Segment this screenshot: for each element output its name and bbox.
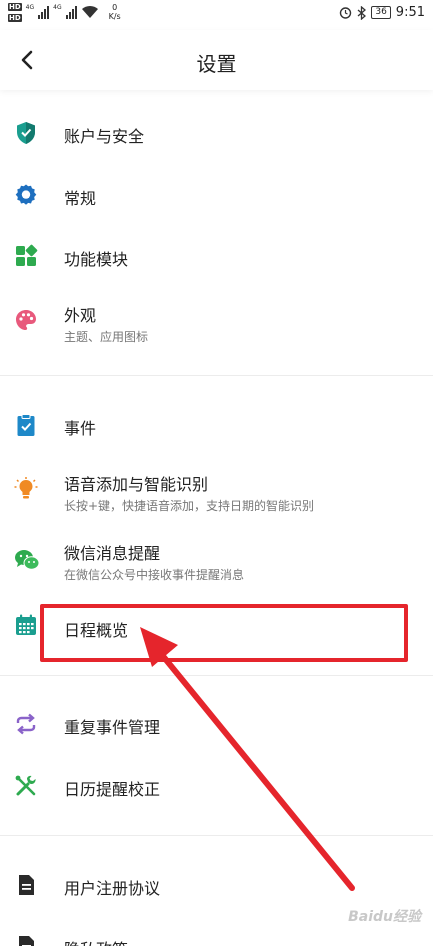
page-title: 设置 [196, 52, 237, 76]
settings-item-general[interactable]: 常规 [0, 165, 433, 225]
clock-time: 9:51 [395, 5, 425, 20]
top-nav-bar: 设置 [0, 30, 433, 90]
settings-item-voice-add[interactable]: 语音添加与智能识别 长按+键，快捷语音添加，支持日期的智能识别 [0, 457, 433, 517]
section-divider [0, 375, 433, 376]
item-label-calendar-reminder-fix: 日历提醒校正 [64, 780, 161, 799]
wechat-icon [15, 550, 40, 570]
shield-icon [17, 122, 35, 144]
item-label-appearance: 外观 [64, 306, 97, 325]
bulb-icon [14, 477, 38, 499]
item-label-repeat-events: 重复事件管理 [64, 718, 161, 737]
alarm-icon [340, 7, 352, 19]
item-label-general: 常规 [64, 189, 97, 208]
modules-icon [16, 244, 38, 266]
document-icon [19, 936, 34, 946]
settings-item-repeat-events[interactable]: 重复事件管理 [0, 694, 433, 754]
clipboard-check-icon [17, 414, 35, 436]
network-type-1: 4G [25, 4, 35, 11]
item-label-modules: 功能模块 [64, 250, 129, 269]
speed-value: 0 [112, 3, 118, 12]
speed-unit: K/s [108, 12, 121, 21]
item-label-user-agreement: 用户注册协议 [64, 879, 161, 898]
item-label-voice-add: 语音添加与智能识别 [64, 475, 209, 494]
status-bar-left: HD HD 4G 4G 0 K/s [8, 3, 121, 22]
item-label-privacy-policy: 隐私政策 [64, 936, 128, 946]
item-sub-voice-add: 长按+键，快捷语音添加，支持日期的智能识别 [64, 499, 315, 513]
bluetooth-icon [357, 5, 367, 20]
battery-indicator: 36 [371, 6, 391, 19]
watermark: Baidu经验 [348, 909, 421, 925]
section-divider-2 [0, 675, 433, 676]
settings-item-events[interactable]: 事件 [0, 395, 433, 455]
calendar-icon [16, 614, 36, 635]
signal-icon-2 [65, 5, 77, 19]
status-bar: HD HD 4G 4G 0 K/s 36 9:51 [0, 0, 433, 30]
hd-indicators: HD HD [8, 3, 22, 22]
settings-item-appearance[interactable]: 外观 主题、应用图标 [0, 288, 433, 348]
hd-badge-2: HD [8, 14, 22, 22]
repeat-icon [16, 713, 36, 735]
item-label-account-security: 账户与安全 [64, 127, 145, 146]
item-label-wechat-reminder: 微信消息提醒 [64, 544, 161, 563]
network-type-2: 4G [53, 4, 62, 11]
gear-icon [15, 184, 37, 205]
document-icon [19, 875, 34, 895]
network-speed: 0 K/s [109, 3, 121, 21]
settings-item-modules[interactable]: 功能模块 [0, 226, 433, 286]
section-divider-3 [0, 835, 433, 836]
item-sub-wechat-reminder: 在微信公众号中接收事件提醒消息 [64, 568, 245, 582]
settings-item-account-security[interactable]: 账户与安全 [0, 103, 433, 163]
signal-icon [38, 5, 50, 19]
settings-item-wechat-reminder[interactable]: 微信消息提醒 在微信公众号中接收事件提醒消息 [0, 528, 433, 588]
palette-icon [16, 310, 36, 330]
hd-badge-1: HD [8, 3, 22, 11]
item-label-events: 事件 [64, 419, 97, 438]
highlight-box [40, 604, 408, 662]
status-bar-right: 36 9:51 [339, 5, 425, 20]
settings-item-calendar-reminder-fix[interactable]: 日历提醒校正 [0, 756, 433, 816]
wifi-icon [81, 5, 98, 18]
tools-icon [15, 775, 36, 796]
item-sub-appearance: 主题、应用图标 [64, 330, 149, 344]
